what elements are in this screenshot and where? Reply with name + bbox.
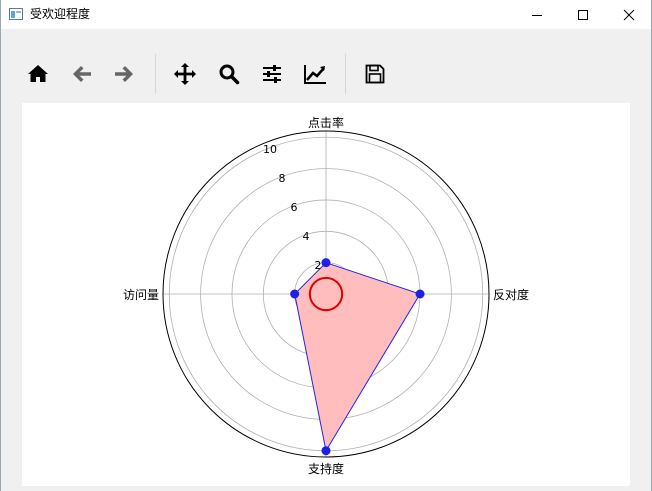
navigation-toolbar: [0, 46, 652, 102]
zoom-icon: [219, 64, 240, 85]
back-arrow-icon: [73, 66, 91, 82]
data-point: [415, 289, 425, 299]
category-label: 支持度: [308, 461, 344, 476]
close-button[interactable]: [606, 0, 652, 29]
minimize-button[interactable]: [514, 0, 560, 29]
radial-tick-label: 6: [291, 201, 298, 214]
window-border-left: [0, 0, 1, 491]
configure-subplots-icon: [263, 65, 281, 83]
back-button[interactable]: [66, 58, 98, 90]
home-button[interactable]: [22, 58, 54, 90]
home-icon: [28, 65, 48, 82]
data-point: [321, 446, 331, 456]
category-label: 点击率: [308, 115, 344, 130]
title-bar: 受欢迎程度: [0, 0, 652, 29]
figure-canvas: 2 4 6 8 10 点击率反对度支持度 访问量: [22, 103, 630, 486]
data-point: [290, 289, 300, 299]
minimize-icon: [532, 14, 542, 16]
toolbar-separator: [345, 54, 346, 94]
radial-tick-label: 2: [315, 259, 322, 272]
category-label: 反对度: [493, 287, 529, 302]
maximize-icon: [578, 9, 588, 20]
edit-axis-button[interactable]: [299, 58, 331, 90]
close-icon: [623, 9, 635, 20]
maximize-button[interactable]: [560, 0, 606, 29]
save-icon: [365, 64, 385, 84]
category-label: 访问量: [123, 288, 159, 302]
app-window: 受欢迎程度 2 4 6 8 10 点击率 反对度 支持度 访问量: [0, 0, 652, 491]
pan-icon: [174, 63, 196, 85]
data-point: [321, 258, 331, 268]
forward-button[interactable]: [108, 58, 140, 90]
app-icon: [9, 8, 23, 20]
radar-chart: 2 4 6 8 10 点击率反对度支持度 访问量: [123, 115, 529, 476]
zoom-button[interactable]: [213, 58, 245, 90]
radial-tick-label: 10: [263, 143, 277, 156]
pan-button[interactable]: [169, 58, 201, 90]
save-button[interactable]: [359, 58, 391, 90]
edit-axis-icon: [304, 65, 326, 84]
forward-arrow-icon: [115, 66, 133, 82]
toolbar-separator: [155, 54, 156, 94]
configure-subplots-button[interactable]: [256, 58, 288, 90]
series-fill: [294, 262, 420, 451]
radial-tick-label: 4: [303, 230, 310, 243]
window-title: 受欢迎程度: [30, 7, 91, 21]
radial-tick-label: 8: [279, 172, 286, 185]
